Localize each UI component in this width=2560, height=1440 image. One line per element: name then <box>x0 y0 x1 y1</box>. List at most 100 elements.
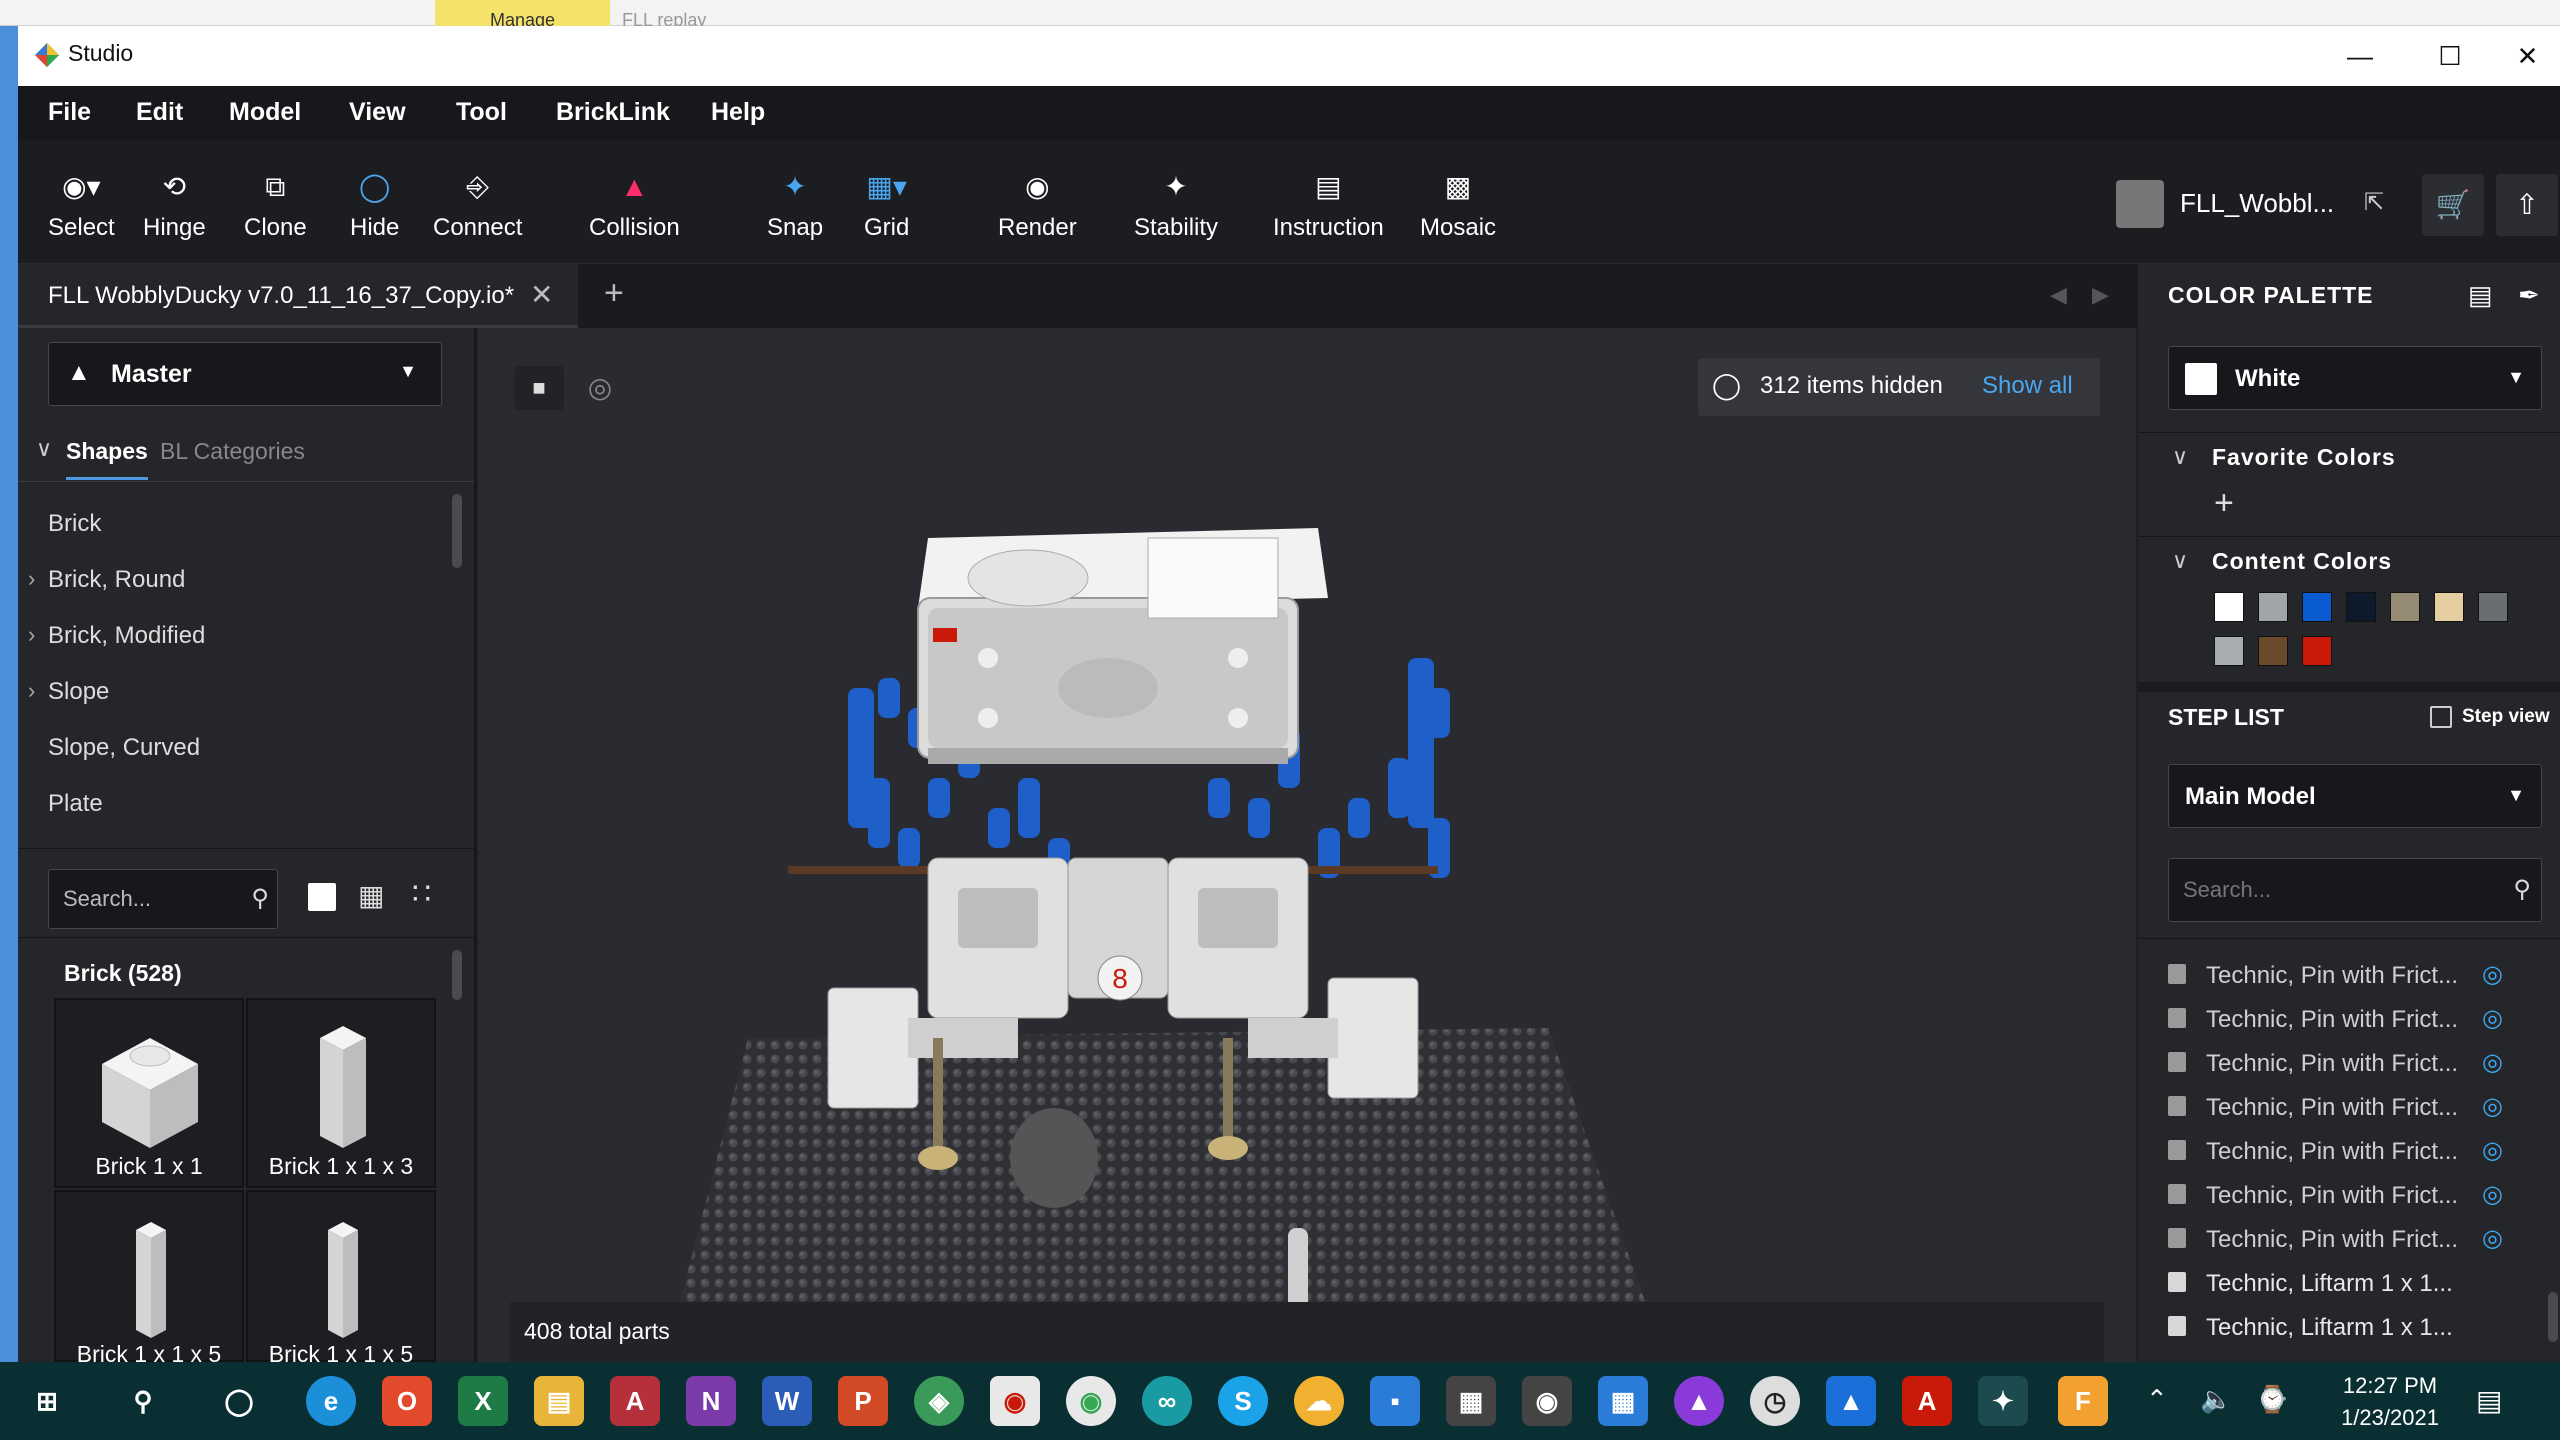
camera-icon[interactable]: ■ <box>514 366 564 410</box>
collapse-chevron-icon[interactable]: ∨ <box>2172 444 2188 470</box>
step-list-item[interactable]: Technic, Pin with Frict... ◎ <box>2168 954 2560 998</box>
step-list-item[interactable]: Technic, Pin with Frict... ◎ <box>2168 1042 2560 1086</box>
tab-scroll-right-icon[interactable]: ▶ <box>2092 282 2109 308</box>
new-tab-button[interactable]: + <box>604 274 624 313</box>
user-name[interactable]: FLL_Wobbl... <box>2180 188 2334 219</box>
hidden-eye-icon[interactable]: ◎ <box>2482 1224 2503 1253</box>
category-scrollbar[interactable] <box>452 494 462 568</box>
background-tab-manage[interactable]: Manage <box>435 0 610 26</box>
close-window-button[interactable]: ✕ <box>2495 26 2560 86</box>
menu-file[interactable]: File <box>48 98 91 127</box>
access-icon[interactable]: A <box>610 1376 660 1426</box>
calculator-icon[interactable]: ▦ <box>1446 1376 1496 1426</box>
view-solid-icon[interactable] <box>308 883 336 911</box>
palette-dropdown[interactable]: ▲ Master ▼ <box>48 342 442 406</box>
category-item[interactable]: › Slope <box>18 664 458 720</box>
step-list-item[interactable]: Technic, Pin with Frict... ◎ <box>2168 998 2560 1042</box>
step-list-item[interactable]: Technic, Liftarm 1 x 1... <box>2168 1306 2560 1350</box>
color-swatch[interactable] <box>2390 592 2420 622</box>
office-icon[interactable]: O <box>382 1376 432 1426</box>
collision-tool-button[interactable]: ▲ Collision <box>589 170 680 242</box>
wifi-icon[interactable]: ⌚ <box>2256 1384 2288 1415</box>
volume-icon[interactable]: 🔈 <box>2200 1384 2232 1415</box>
notifications-icon[interactable]: ▤ <box>2476 1384 2502 1417</box>
step-view-checkbox[interactable] <box>2430 706 2452 728</box>
category-item[interactable]: › Brick, Round <box>18 552 458 608</box>
color-swatch[interactable] <box>2346 592 2376 622</box>
clock-app-icon[interactable]: ◷ <box>1750 1376 1800 1426</box>
orbit-icon[interactable]: ◎ <box>578 366 622 410</box>
color-swatch[interactable] <box>2302 592 2332 622</box>
hidden-eye-icon[interactable]: ◎ <box>2482 1048 2503 1077</box>
file-explorer-icon[interactable]: ▤ <box>534 1376 584 1426</box>
zoom-icon[interactable]: ▪ <box>1370 1376 1420 1426</box>
stability-tool-button[interactable]: ✦ Stability <box>1134 170 1218 242</box>
part-card[interactable]: Brick 1 x 1 <box>54 998 244 1188</box>
part-search-box[interactable]: ⚲ <box>48 869 278 929</box>
app-lego-icon[interactable]: ◉ <box>990 1376 1040 1426</box>
weather-icon[interactable]: ☁ <box>1294 1376 1344 1426</box>
snap-tool-button[interactable]: ✦ Snap <box>767 170 823 242</box>
collapse-chevron-icon[interactable]: ∨ <box>36 436 52 462</box>
calendar-icon[interactable]: ▦ <box>1598 1376 1648 1426</box>
studio-taskbar-icon[interactable]: ✦ <box>1978 1376 2028 1426</box>
hide-tool-button[interactable]: ◯ Hide <box>350 170 399 242</box>
paint-icon[interactable]: ▲ <box>1674 1376 1724 1426</box>
user-avatar[interactable] <box>2116 180 2164 228</box>
step-search-box[interactable]: ⚲ <box>2168 858 2542 922</box>
tab-bl-categories[interactable]: BL Categories <box>160 438 305 465</box>
acrobat-icon[interactable]: A <box>1902 1376 1952 1426</box>
maximize-button[interactable]: ☐ <box>2405 26 2495 86</box>
step-list-item[interactable]: Technic, Liftarm 1 x 1... <box>2168 1262 2560 1306</box>
category-item[interactable]: Plate <box>18 776 458 832</box>
step-list-item[interactable]: Technic, Pin with Frict... ◎ <box>2168 1086 2560 1130</box>
grid-tool-button[interactable]: ▦▾ Grid <box>864 170 909 242</box>
show-all-link[interactable]: Show all <box>1982 372 2073 400</box>
menu-view[interactable]: View <box>349 98 406 127</box>
eyedropper-icon[interactable]: ✒ <box>2518 280 2540 311</box>
instruction-tool-button[interactable]: ▤ Instruction <box>1273 170 1384 242</box>
upload-button[interactable]: ⇧ <box>2496 174 2558 236</box>
paint-roller-icon[interactable]: ▤ <box>2468 280 2493 311</box>
close-tab-icon[interactable]: ✕ <box>530 278 553 311</box>
menu-model[interactable]: Model <box>229 98 301 127</box>
category-item[interactable]: Slope, Curved <box>18 720 458 776</box>
menu-bricklink[interactable]: BrickLink <box>556 98 670 127</box>
color-swatch[interactable] <box>2302 636 2332 666</box>
part-card[interactable]: Brick 1 x 1 x 5 <box>246 1190 436 1367</box>
category-item[interactable]: Brick <box>18 496 458 552</box>
step-list-item[interactable]: Technic, Pin with Frict... ◎ <box>2168 1174 2560 1218</box>
hidden-eye-icon[interactable]: ◎ <box>2482 1180 2503 1209</box>
hidden-eye-icon[interactable]: ◎ <box>2482 960 2503 989</box>
clone-tool-button[interactable]: ⧉ Clone <box>244 170 307 242</box>
hidden-eye-icon[interactable]: ◎ <box>2482 1004 2503 1033</box>
menu-help[interactable]: Help <box>711 98 765 127</box>
chrome-icon[interactable]: ◉ <box>1066 1376 1116 1426</box>
cortana-icon[interactable]: ◯ <box>214 1376 264 1426</box>
color-dropdown[interactable]: White ▼ <box>2168 346 2542 410</box>
hidden-eye-icon[interactable]: ◎ <box>2482 1136 2503 1165</box>
powerpoint-icon[interactable]: P <box>838 1376 888 1426</box>
view-grid-icon[interactable]: ∷ <box>412 877 431 912</box>
search-icon[interactable]: ⚲ <box>118 1376 168 1426</box>
part-card[interactable]: Brick 1 x 1 x 5 <box>54 1190 244 1367</box>
arduino-icon[interactable]: ∞ <box>1142 1376 1192 1426</box>
category-item[interactable]: › Brick, Modified <box>18 608 458 664</box>
step-list-scrollbar[interactable] <box>2548 1292 2558 1342</box>
step-search-input[interactable] <box>2183 875 2483 905</box>
color-swatch[interactable] <box>2258 592 2288 622</box>
step-list-item[interactable]: Technic, Pin with Frict... ◎ <box>2168 1130 2560 1174</box>
part-search-input[interactable] <box>63 884 233 914</box>
excel-icon[interactable]: X <box>458 1376 508 1426</box>
start-windows-icon[interactable]: ⊞ <box>22 1376 72 1426</box>
hinge-tool-button[interactable]: ⟲ Hinge <box>143 170 206 242</box>
skype-icon[interactable]: S <box>1218 1376 1268 1426</box>
camera-icon[interactable]: ◉ <box>1522 1376 1572 1426</box>
logout-icon[interactable]: ⇱ <box>2364 188 2384 217</box>
color-swatch[interactable] <box>2478 592 2508 622</box>
menu-tool[interactable]: Tool <box>456 98 507 127</box>
onenote-icon[interactable]: N <box>686 1376 736 1426</box>
edge-browser-icon[interactable]: e <box>306 1376 356 1426</box>
color-swatch[interactable] <box>2258 636 2288 666</box>
parts-scrollbar[interactable] <box>452 950 462 1000</box>
